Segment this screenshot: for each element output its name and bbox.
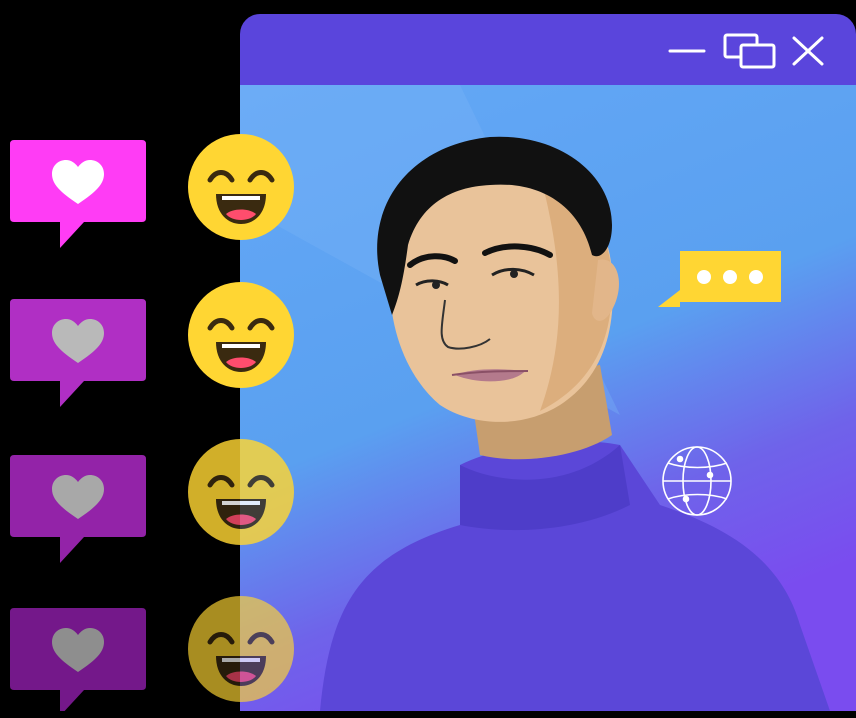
video-feed (240, 85, 856, 711)
laughing-face-icon[interactable] (188, 596, 294, 702)
window-titlebar (240, 14, 856, 85)
heart-reaction-bubble[interactable] (10, 140, 146, 250)
laughing-face-icon[interactable] (188, 134, 294, 240)
laughing-face-icon[interactable] (188, 439, 294, 545)
close-icon (792, 36, 824, 66)
restore-icon (723, 33, 776, 69)
minimize-icon (668, 49, 706, 53)
restore-button[interactable] (722, 32, 776, 70)
heart-reaction-bubble[interactable] (10, 608, 146, 718)
heart-reaction-bubble[interactable] (10, 299, 146, 409)
laughing-face-icon[interactable] (188, 282, 294, 388)
video-call-window (240, 14, 856, 711)
heart-reaction-bubble[interactable] (10, 455, 146, 565)
close-button[interactable] (788, 32, 832, 70)
minimize-button[interactable] (666, 32, 710, 70)
video-illustration (240, 85, 856, 711)
